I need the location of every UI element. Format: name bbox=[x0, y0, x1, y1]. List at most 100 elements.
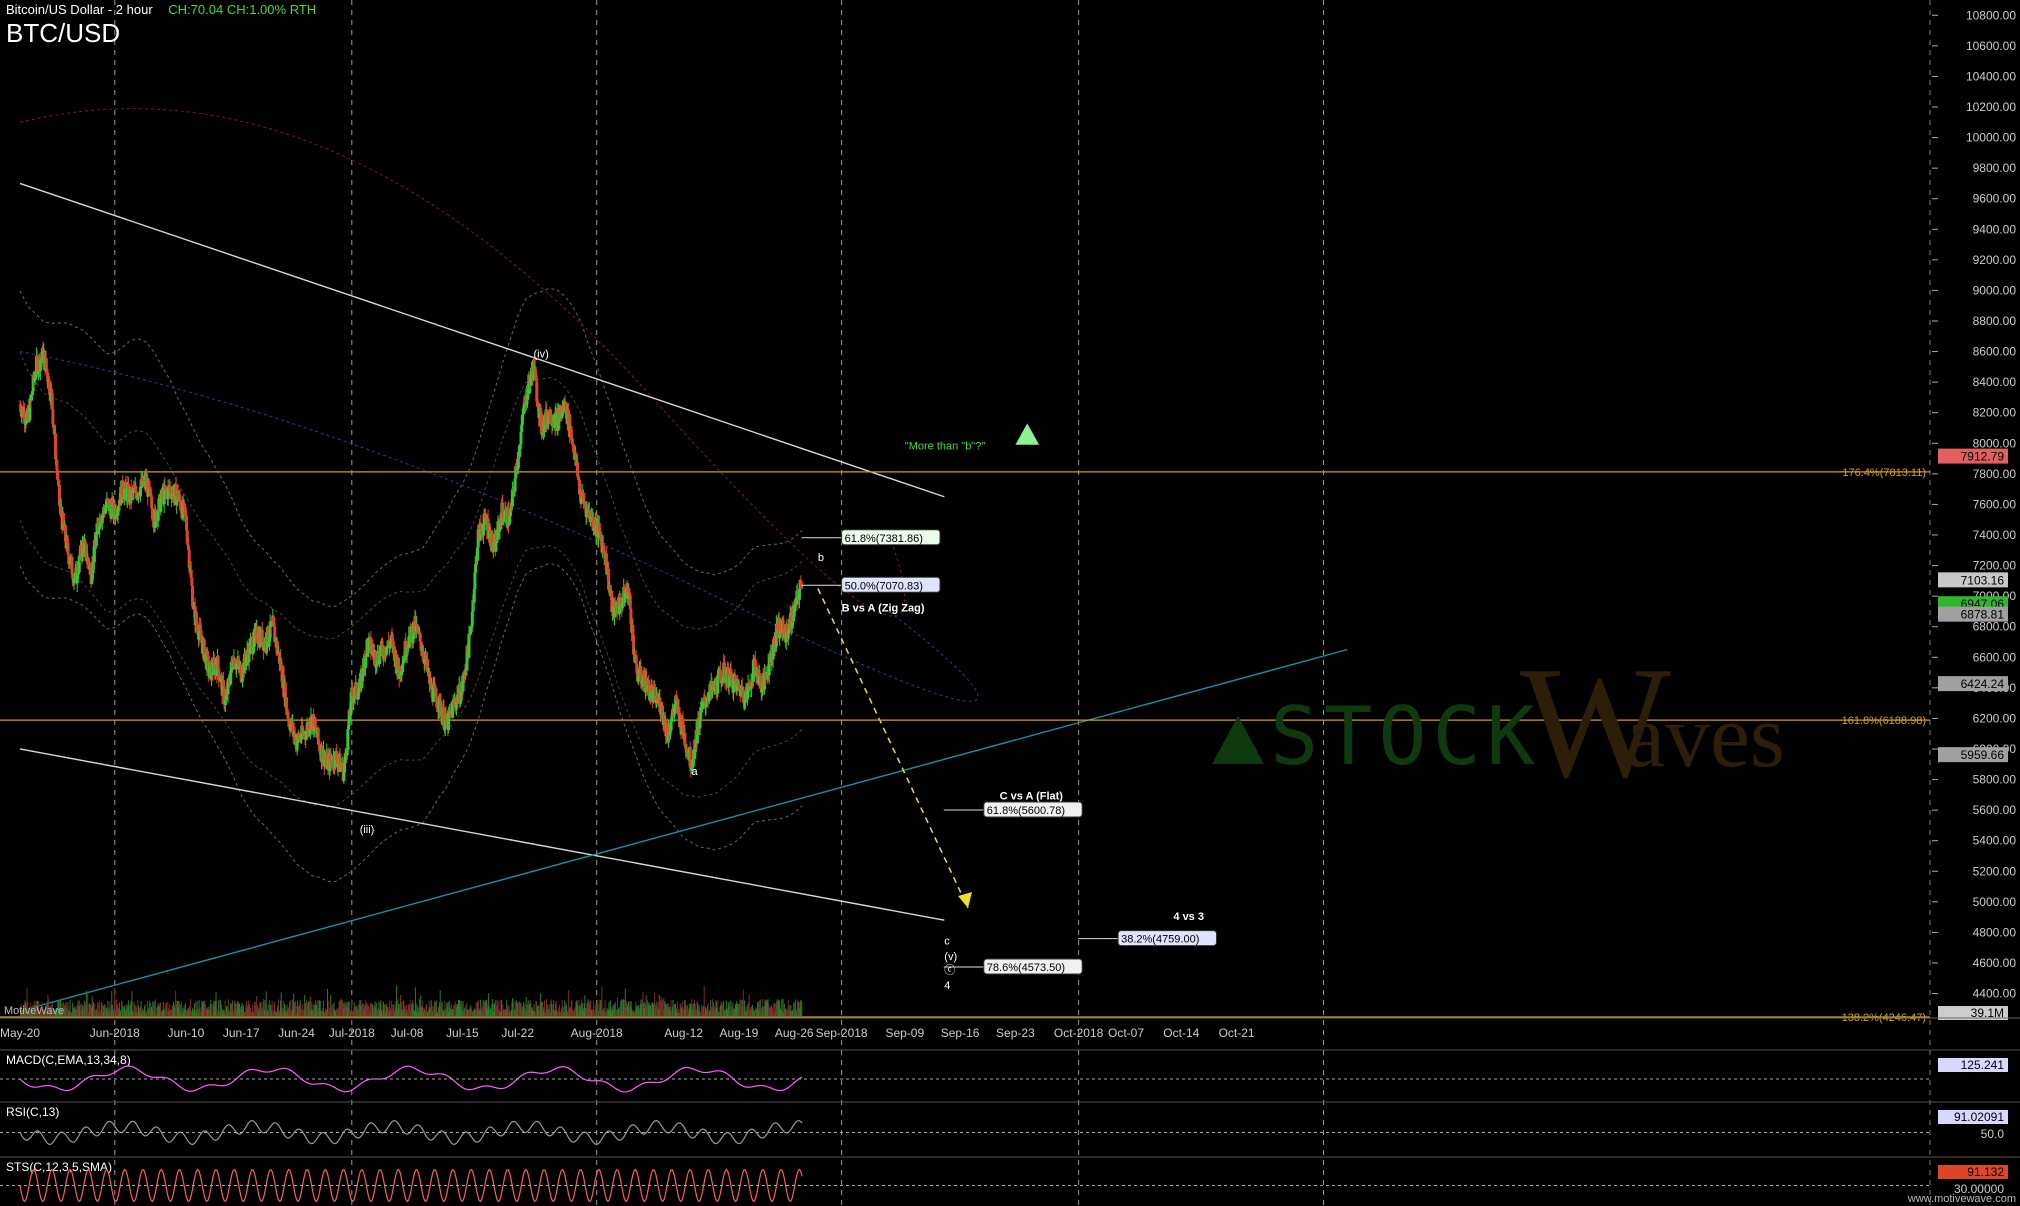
candle-body bbox=[50, 392, 54, 410]
time-tick-label-14: Sep-09 bbox=[885, 1026, 924, 1040]
volume-bars bbox=[20, 985, 803, 1016]
logo-aves-text: aves bbox=[1625, 687, 1785, 786]
price-tick-label-30: 10400.00 bbox=[1966, 69, 2016, 83]
candle-body bbox=[216, 656, 220, 669]
indicator-level-1: 50.0 bbox=[1981, 1127, 2005, 1141]
time-tick-label-9: Aug-2018 bbox=[571, 1026, 623, 1040]
wave-label-0: (iv) bbox=[534, 349, 549, 361]
fib-line-label-0: 176.4%(7813.11) bbox=[1842, 467, 1926, 479]
price-tick-label-29: 10200.00 bbox=[1966, 100, 2016, 114]
fib-target-label-4: 78.6%(4573.50) bbox=[987, 962, 1065, 974]
time-tick-label-6: Jul-08 bbox=[391, 1026, 424, 1040]
fib-target-label-0: 61.8%(7381.86) bbox=[845, 533, 923, 545]
alert-triangle-icon bbox=[1015, 423, 1040, 445]
candle-body bbox=[759, 675, 763, 678]
time-tick-label-8: Jul-22 bbox=[501, 1026, 534, 1040]
time-tick-label-19: Oct-14 bbox=[1163, 1026, 1199, 1040]
wave-label-2: a bbox=[692, 766, 699, 778]
price-tick-label-1: 4600.00 bbox=[1973, 956, 2017, 970]
ma-line-red bbox=[19, 108, 906, 617]
price-tick-label-12: 6800.00 bbox=[1973, 620, 2017, 634]
price-tick-label-24: 9200.00 bbox=[1973, 253, 2017, 267]
candle-body bbox=[147, 480, 151, 489]
price-tick-label-22: 8800.00 bbox=[1973, 314, 2017, 328]
wave-label-9: ⓒ bbox=[944, 964, 955, 977]
price-tick-label-4: 5200.00 bbox=[1973, 864, 2017, 878]
price-marker-label-1: 7103.16 bbox=[1961, 573, 2005, 587]
indicator-name-2: STS(C,12,3,5,SMA) bbox=[6, 1160, 112, 1174]
price-marker-label-3: 6878.81 bbox=[1961, 608, 2005, 622]
indicator-value-2: 91.132 bbox=[1967, 1165, 2004, 1179]
wave-label-10: 4 bbox=[944, 980, 950, 992]
volume-bar bbox=[703, 985, 705, 1016]
chart-header: Bitcoin/US Dollar - 2 hour CH:70.04 CH:1… bbox=[6, 2, 316, 17]
time-tick-label-11: Aug-19 bbox=[720, 1026, 759, 1040]
change-stats: CH:70.04 CH:1.00% RTH bbox=[168, 2, 317, 17]
candle-body bbox=[94, 534, 98, 547]
time-tick-label-1: Jun-2018 bbox=[90, 1026, 140, 1040]
candle-body bbox=[51, 409, 55, 425]
time-tick-label-18: Oct-07 bbox=[1108, 1026, 1144, 1040]
indicator-value-0: 125.241 bbox=[1961, 1058, 2005, 1072]
annotations: (iv) (iii) a b B vs A (Zig Zag) C vs A (Flat)… bbox=[360, 349, 1204, 992]
platform-label: MotiveWave bbox=[4, 1005, 65, 1017]
price-tick-label-9: 6200.00 bbox=[1973, 711, 2017, 725]
price-tick-label-28: 10000.00 bbox=[1966, 131, 2016, 145]
fib-target-label-1: 50.0%(7070.83) bbox=[845, 580, 923, 592]
wave-label-4: B vs A (Zig Zag) bbox=[842, 602, 925, 614]
candle-body bbox=[695, 735, 699, 744]
candle-body bbox=[519, 431, 523, 445]
price-tick-label-3: 5000.00 bbox=[1973, 895, 2017, 909]
indicator-name-0: MACD(C,EMA,13,34,8) bbox=[6, 1053, 131, 1067]
price-tick-label-21: 8600.00 bbox=[1973, 345, 2017, 359]
candle-body bbox=[156, 511, 160, 521]
band-line-3 bbox=[19, 519, 803, 808]
wave-label-7: c bbox=[944, 936, 950, 948]
price-tick-label-27: 9800.00 bbox=[1973, 161, 2017, 175]
fib-target-label-3: 38.2%(4759.00) bbox=[1121, 934, 1199, 946]
time-tick-label-13: Sep-2018 bbox=[816, 1026, 868, 1040]
watermark: www.motivewave.com bbox=[1907, 1193, 2016, 1205]
logo-stock-text: STOCK bbox=[1270, 690, 1541, 783]
indicator-value-1: 91.02091 bbox=[1954, 1110, 2004, 1124]
time-tick-label-4: Jun-24 bbox=[278, 1026, 315, 1040]
time-tick-label-20: Oct-21 bbox=[1219, 1026, 1255, 1040]
trendline-0 bbox=[19, 182, 945, 498]
time-tick-label-17: Oct-2018 bbox=[1054, 1026, 1104, 1040]
time-axis: May-20 Jun-2018 Jun-10 Jun-17 Jun-24 Jul-2018… bbox=[0, 1017, 2020, 1040]
price-tick-label-15: 7400.00 bbox=[1973, 528, 2017, 542]
candle-body bbox=[513, 478, 517, 492]
chart-canvas: 176.4%(7813.11)161.8%(6188.98)138.2%(424… bbox=[0, 0, 2020, 1206]
wave-label-5: C vs A (Flat) bbox=[1000, 790, 1064, 802]
wave-label-1: (iii) bbox=[360, 824, 375, 836]
price-tick-label-26: 9600.00 bbox=[1973, 192, 2017, 206]
time-tick-label-12: Aug-26 bbox=[775, 1026, 814, 1040]
time-tick-label-10: Aug-12 bbox=[664, 1026, 703, 1040]
price-tick-label-0: 4400.00 bbox=[1973, 987, 2017, 1001]
indicator-name-1: RSI(C,13) bbox=[6, 1105, 59, 1119]
price-tick-label-2: 4800.00 bbox=[1973, 925, 2017, 939]
indicator-panes: MACD(C,EMA,13,34,8) 125.241 RSI(C,13) 91.02… bbox=[0, 1049, 2020, 1203]
price-marker-label-4: 6424.24 bbox=[1961, 677, 2005, 691]
price-axis: 4400.00 4600.00 4800.00 5000.00 5200.00 5400.… bbox=[1932, 0, 2020, 1020]
symbol-title: BTC/USD bbox=[6, 18, 121, 48]
price-tick-label-17: 7800.00 bbox=[1973, 467, 2017, 481]
price-tick-label-16: 7600.00 bbox=[1973, 497, 2017, 511]
price-tick-label-20: 8400.00 bbox=[1973, 375, 2017, 389]
candle-body bbox=[698, 718, 702, 729]
time-tick-label-3: Jun-17 bbox=[223, 1026, 260, 1040]
price-tick-label-25: 9400.00 bbox=[1973, 222, 2017, 236]
time-tick-label-0: May-20 bbox=[0, 1026, 40, 1040]
price-tick-label-14: 7200.00 bbox=[1973, 559, 2017, 573]
time-tick-label-16: Sep-23 bbox=[996, 1026, 1035, 1040]
trendlines bbox=[19, 182, 1348, 1010]
candle-body bbox=[44, 358, 48, 370]
wave-label-11: "More than "b"?" bbox=[905, 440, 986, 452]
candle-body bbox=[66, 543, 70, 555]
band-line-0 bbox=[19, 287, 803, 607]
price-tick-label-5: 5400.00 bbox=[1973, 834, 2017, 848]
projection-arrow-icon bbox=[958, 891, 972, 908]
price-tick-label-32: 10800.00 bbox=[1966, 8, 2016, 22]
trendline-1 bbox=[19, 748, 945, 921]
price-tick-label-11: 6600.00 bbox=[1973, 650, 2017, 664]
